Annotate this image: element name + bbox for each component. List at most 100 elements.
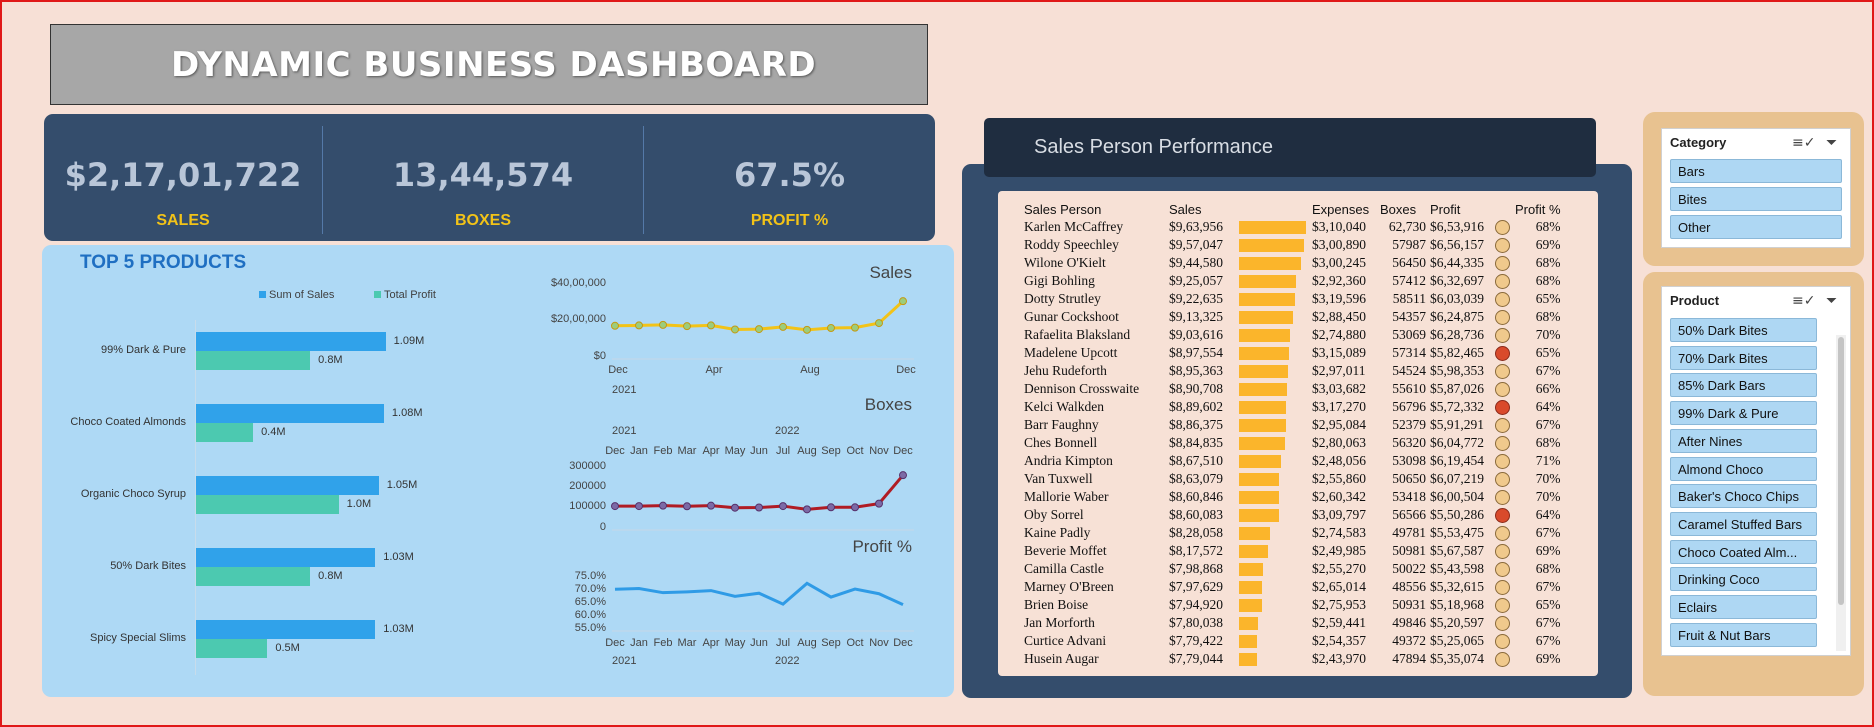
table-row[interactable]: Gigi Bohling $9,25,057 $2,92,360 57412 $6,32… — [1024, 272, 1561, 290]
product-slicer-item[interactable]: 99% Dark & Pure — [1670, 401, 1817, 426]
multi-select-icon[interactable]: ≡✓ — [1792, 135, 1815, 151]
sales-databar — [1239, 635, 1258, 649]
table-row[interactable]: Rafaelita Blaksland $9,03,616 $2,74,880 530… — [1024, 326, 1561, 344]
x-tick-label: May — [725, 637, 746, 649]
table-cell: $5,32,615 — [1430, 579, 1484, 594]
profit-bar[interactable] — [196, 423, 254, 442]
profit-bar[interactable] — [196, 639, 268, 658]
table-row[interactable]: Mallorie Waber $8,60,846 $2,60,342 53418 $6,… — [1024, 488, 1561, 506]
kpi-sales-label: SALES — [156, 212, 210, 229]
product-slicer-item[interactable]: Fruit & Nut Bars — [1670, 622, 1817, 647]
sales-bar[interactable] — [196, 476, 379, 495]
table-cell: $5,91,291 — [1430, 417, 1484, 432]
col-header[interactable]: Profit % — [1515, 200, 1561, 218]
kpi-panel: $2,17,01,722 SALES 13,44,574 BOXES 67.5%… — [44, 114, 935, 241]
table-cell: $9,22,635 — [1169, 291, 1223, 306]
table-cell: $5,53,475 — [1430, 525, 1484, 540]
product-slicer-item[interactable]: Almond Choco — [1670, 456, 1817, 481]
dashboard-title: DYNAMIC BUSINESS DASHBOARD — [171, 44, 817, 85]
table-row[interactable]: Wilone O'Kielt $9,44,580 $3,00,245 56450 $6,… — [1024, 254, 1561, 272]
y-tick-label: 0 — [600, 521, 606, 533]
table-row[interactable]: Van Tuxwell $8,63,079 $2,55,860 50650 $6,07,… — [1024, 470, 1561, 488]
legend-profit: Total Profit — [374, 289, 436, 301]
sales-bar[interactable] — [196, 548, 376, 567]
x-tick-label: Apr — [702, 445, 719, 457]
table-cell: $6,44,335 — [1430, 255, 1484, 270]
table-row[interactable]: Madelene Upcott $8,97,554 $3,15,089 57314 $5… — [1024, 344, 1561, 362]
sales-databar — [1239, 347, 1289, 361]
table-row[interactable]: Andria Kimpton $8,67,510 $2,48,056 53098 $6,… — [1024, 452, 1561, 470]
table-row[interactable]: Camilla Castle $7,98,868 $2,55,270 50022 $5,… — [1024, 560, 1561, 578]
sales-databar — [1239, 275, 1296, 289]
profit-bar[interactable] — [196, 351, 311, 370]
table-cell: 65% — [1535, 291, 1561, 306]
table-row[interactable]: Dotty Strutley $9,22,635 $3,19,596 58511 $6,… — [1024, 290, 1561, 308]
table-row[interactable]: Karlen McCaffrey $9,63,956 $3,10,040 62,730… — [1024, 218, 1561, 236]
table-cell: $2,74,880 — [1312, 327, 1366, 342]
sales-bar[interactable] — [196, 332, 386, 351]
table-row[interactable]: Beverie Moffet $8,17,572 $2,49,985 50981 $5,… — [1024, 542, 1561, 560]
table-row[interactable]: Brien Boise $7,94,920 $2,75,953 50931 $5,18,… — [1024, 596, 1561, 614]
clear-filter-icon[interactable]: ⏷ — [1826, 293, 1837, 309]
table-row[interactable]: Oby Sorrel $8,60,083 $3,09,797 56566 $5,50,2… — [1024, 506, 1561, 524]
table-cell: 64% — [1535, 399, 1561, 414]
product-slicer-title: Product — [1670, 293, 1720, 308]
x-tick-label: Dec — [893, 445, 913, 457]
table-cell: Brien Boise — [1024, 597, 1089, 612]
product-slicer-item[interactable]: Drinking Coco — [1670, 567, 1817, 592]
table-cell: $5,72,332 — [1430, 399, 1484, 414]
product-slicer-scroll-thumb[interactable] — [1838, 337, 1844, 605]
perf-table: Sales Person Sales Expenses Boxes Profit… — [1024, 200, 1561, 668]
table-cell: $6,03,039 — [1430, 291, 1484, 306]
table-cell: $2,43,970 — [1312, 651, 1366, 666]
table-row[interactable]: Roddy Speechley $9,57,047 $3,00,890 57987 $6… — [1024, 236, 1561, 254]
clear-filter-icon[interactable]: ⏷ — [1826, 135, 1837, 151]
col-header[interactable]: Sales — [1169, 200, 1239, 218]
sales-data-label: 1.03M — [383, 551, 414, 563]
sales-databar — [1239, 581, 1263, 595]
neutral-profit-indicator-icon — [1495, 436, 1510, 452]
category-slicer-item[interactable]: Other — [1670, 215, 1842, 239]
x-tick-label: Jan — [630, 637, 648, 649]
profit-bar[interactable] — [196, 567, 311, 586]
table-row[interactable]: Kelci Walkden $8,89,602 $3,17,270 56796 $5,7… — [1024, 398, 1561, 416]
sales-databar — [1239, 329, 1291, 343]
table-cell: $5,18,968 — [1430, 597, 1484, 612]
table-row[interactable]: Barr Faughny $8,86,375 $2,95,084 52379 $5,91… — [1024, 416, 1561, 434]
table-cell: Wilone O'Kielt — [1024, 255, 1106, 270]
table-cell: 56566 — [1392, 507, 1426, 522]
col-header[interactable]: Boxes — [1380, 200, 1430, 218]
product-slicer-item[interactable]: 50% Dark Bites — [1670, 318, 1817, 342]
table-row[interactable]: Husein Augar $7,79,044 $2,43,970 47894 $5,35… — [1024, 650, 1561, 668]
sales-bar[interactable] — [196, 404, 384, 423]
table-row[interactable]: Dennison Crosswaite $8,90,708 $3,03,682 556… — [1024, 380, 1561, 398]
product-slicer-item[interactable]: 70% Dark Bites — [1670, 345, 1817, 370]
table-row[interactable]: Gunar Cockshoot $9,13,325 $2,88,450 54357 $6… — [1024, 308, 1561, 326]
profit-data-label: 0.5M — [275, 642, 300, 654]
data-point — [635, 502, 643, 511]
product-slicer-item[interactable]: Choco Coated Alm... — [1670, 539, 1817, 564]
table-row[interactable]: Jan Morforth $7,80,038 $2,59,441 49846 $5,20… — [1024, 614, 1561, 632]
product-slicer-item[interactable]: Caramel Stuffed Bars — [1670, 511, 1817, 536]
table-row[interactable]: Kaine Padly $8,28,058 $2,74,583 49781 $5,53,… — [1024, 524, 1561, 542]
product-slicer-item[interactable]: Baker's Choco Chips — [1670, 484, 1817, 509]
product-slicer-item[interactable]: After Nines — [1670, 428, 1817, 453]
table-cell: $7,94,920 — [1169, 597, 1223, 612]
col-header[interactable]: Profit — [1430, 200, 1495, 218]
product-slicer-item[interactable]: Eclairs — [1670, 595, 1817, 619]
table-row[interactable]: Jehu Rudeforth $8,95,363 $2,97,011 54524 $5,… — [1024, 362, 1561, 380]
category-slicer-item[interactable]: Bars — [1670, 159, 1842, 183]
col-header[interactable]: Sales Person — [1024, 200, 1169, 218]
table-cell: 69% — [1535, 237, 1561, 252]
table-row[interactable]: Curtice Advani $7,79,422 $2,54,357 49372 $5,… — [1024, 632, 1561, 650]
col-header[interactable]: Expenses — [1312, 200, 1380, 218]
table-row[interactable]: Marney O'Breen $7,97,629 $2,65,014 48556 $5,… — [1024, 578, 1561, 596]
profit-bar[interactable] — [196, 495, 339, 514]
product-slicer-item[interactable]: 85% Dark Bars — [1670, 373, 1817, 398]
sales-databar-cell — [1239, 434, 1312, 452]
table-cell: 68% — [1535, 309, 1561, 324]
table-row[interactable]: Ches Bonnell $8,84,835 $2,80,063 56320 $6,04… — [1024, 434, 1561, 452]
category-slicer-item[interactable]: Bites — [1670, 187, 1842, 211]
multi-select-icon[interactable]: ≡✓ — [1792, 293, 1815, 309]
sales-bar[interactable] — [196, 620, 376, 639]
